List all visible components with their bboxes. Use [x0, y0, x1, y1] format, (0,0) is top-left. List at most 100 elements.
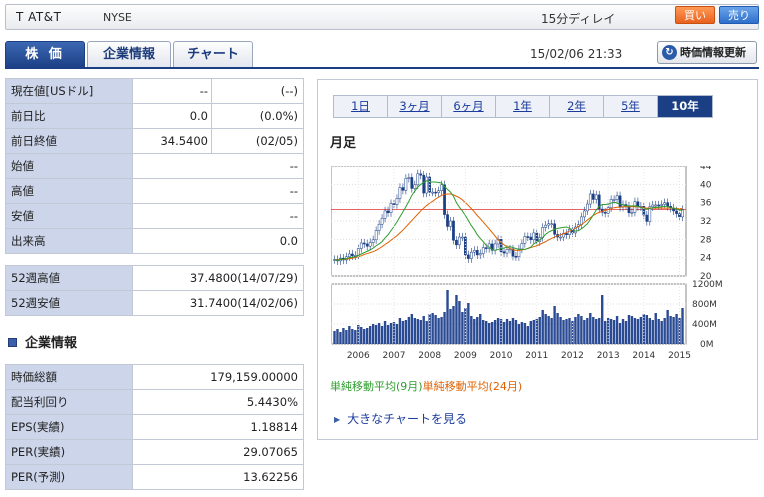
tab-chart[interactable]: チャート	[173, 41, 253, 68]
range-1y[interactable]: 1年	[496, 96, 550, 117]
row-label: 配当利回り	[5, 389, 133, 415]
candle	[583, 210, 586, 218]
sell-button[interactable]: 売り	[719, 6, 759, 24]
candle	[547, 223, 551, 226]
volume-bar	[621, 319, 625, 344]
candle	[464, 236, 467, 256]
volume-bar	[648, 318, 651, 344]
row-label: 52週高値	[5, 265, 133, 291]
candle	[437, 190, 440, 193]
volume-bar	[336, 329, 339, 344]
candle	[466, 254, 470, 259]
volume-bar	[669, 316, 672, 344]
volume-bar	[624, 321, 628, 344]
volume-bar	[395, 324, 399, 344]
volume-bar	[511, 318, 515, 344]
chart-panel: 1日 3ヶ月 6ヶ月 1年 2年 5年 10年 月足 44 40 36 32 28 24 2…	[317, 79, 758, 440]
row-label: 52週安値	[5, 290, 133, 316]
row-sub-value: (0.0%)	[211, 103, 304, 129]
x-tick-label: 2014	[632, 351, 655, 361]
volume-bar	[374, 325, 378, 344]
range-2y[interactable]: 2年	[550, 96, 604, 117]
volume-bar	[627, 315, 631, 344]
range-3m[interactable]: 3ヶ月	[388, 96, 442, 117]
volume-bar	[592, 317, 595, 344]
candle	[666, 202, 669, 207]
row-label: PER(実績)	[5, 439, 133, 465]
volume-bar	[446, 290, 449, 344]
candle	[585, 203, 589, 212]
candle	[478, 253, 482, 256]
range-5y[interactable]: 5年	[604, 96, 658, 117]
candle	[374, 230, 378, 241]
big-chart-link[interactable]: ▶ 大きなチャートを見る	[334, 410, 467, 427]
candle	[443, 184, 446, 215]
volume-bar	[559, 317, 562, 344]
volume-tick-label: 1200M	[692, 280, 723, 290]
volume-tick-label: 0M	[700, 340, 714, 350]
volume-bar	[404, 320, 408, 344]
range-1d[interactable]: 1日	[334, 96, 388, 117]
volume-bar	[484, 321, 488, 344]
range-6m[interactable]: 6ヶ月	[442, 96, 496, 117]
table-row: 前日終値 34.5400 (02/05)	[5, 128, 304, 154]
price-tick-label: 40	[700, 180, 712, 190]
volume-bar	[368, 326, 372, 344]
volume-bar	[348, 326, 351, 344]
candle	[431, 191, 434, 194]
refresh-icon: ↻	[662, 45, 677, 60]
volume-bar	[413, 318, 417, 344]
range-10y[interactable]: 10年	[658, 96, 712, 117]
candle	[461, 236, 464, 239]
table-row: 現在値[USドル] -- (--)	[5, 78, 304, 104]
buy-button[interactable]: 買い	[675, 6, 715, 24]
row-label: PER(予測)	[5, 464, 133, 490]
volume-bar	[449, 309, 452, 344]
volume-bar	[615, 316, 619, 344]
volume-bar	[458, 301, 461, 344]
row-label: 出来高	[5, 228, 133, 254]
price-tick-label: 36	[700, 199, 712, 209]
volume-bar	[553, 306, 556, 344]
candle	[422, 174, 426, 194]
candle	[386, 210, 390, 214]
row-label: 前日比	[5, 103, 133, 129]
candle	[365, 243, 369, 247]
candle	[410, 177, 414, 189]
candle	[502, 251, 506, 254]
row-value: 29.07065	[132, 439, 304, 465]
volume-bar	[351, 329, 354, 344]
candle	[544, 224, 548, 228]
tab-company-info[interactable]: 企業情報	[87, 41, 171, 68]
x-tick-label: 2011	[525, 351, 548, 361]
volume-bar	[482, 320, 485, 344]
candle	[413, 184, 417, 189]
volume-bar	[541, 310, 544, 344]
volume-bar	[505, 319, 509, 344]
volume-bar	[434, 315, 437, 344]
volume-bar	[470, 316, 473, 344]
row-value: --	[132, 78, 212, 104]
tab-stock-price[interactable]: 株 価	[5, 41, 85, 68]
candle	[407, 177, 411, 179]
row-value: --	[132, 203, 304, 229]
volume-bar	[583, 320, 586, 344]
candle	[449, 220, 452, 227]
volume-bar	[496, 318, 500, 344]
quote-table: 現在値[USドル] -- (--) 前日比 0.0 (0.0%) 前日終値 34.5400…	[5, 78, 304, 254]
volume-bar	[386, 325, 390, 344]
candle	[404, 178, 408, 191]
row-value: 37.4800(14/07/29)	[132, 265, 304, 291]
volume-bar	[431, 313, 434, 344]
volume-bar	[636, 319, 640, 344]
quote-datetime: 15/02/06 21:33	[530, 47, 623, 61]
candle	[472, 250, 476, 253]
refresh-quote-button[interactable]: ↻ 時価情報更新	[657, 41, 757, 64]
volume-bar	[514, 320, 518, 344]
candle	[603, 212, 607, 214]
volume-bar	[666, 310, 669, 344]
volume-bar	[354, 330, 357, 344]
candle	[392, 203, 396, 205]
volume-bar	[574, 317, 577, 344]
candle	[663, 202, 667, 205]
